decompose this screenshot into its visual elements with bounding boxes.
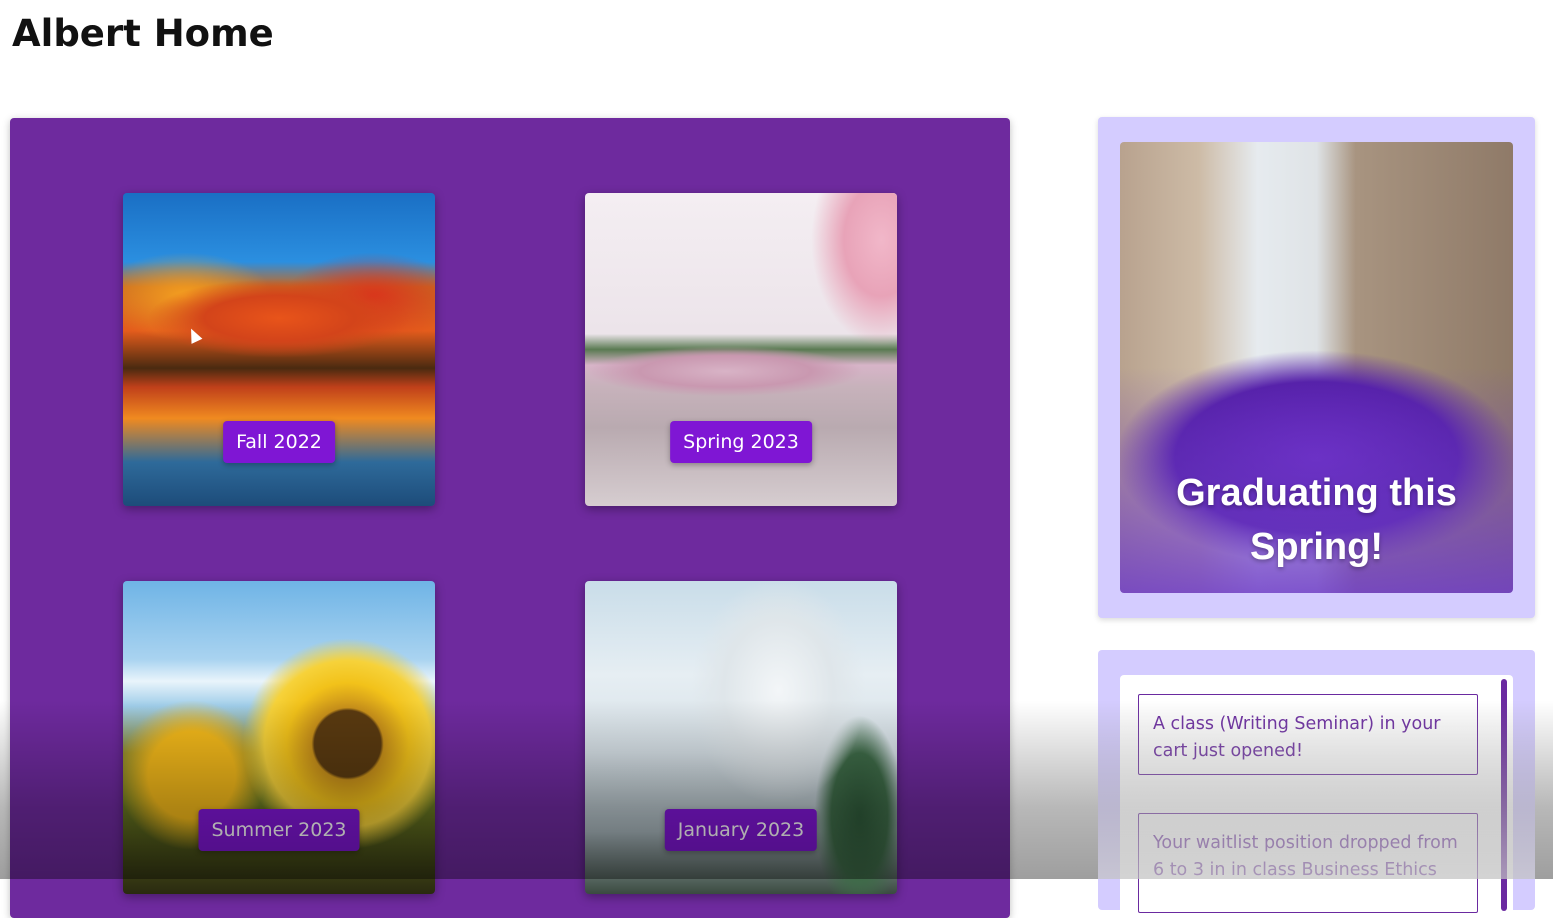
promo-card: Graduating this Spring!: [1098, 117, 1535, 618]
term-panel: Fall 2022 Spring 2023 Summer 2023 Januar…: [10, 118, 1010, 918]
term-card-summer-2023[interactable]: Summer 2023: [123, 581, 435, 894]
term-button-spring-2023[interactable]: Spring 2023: [670, 421, 812, 463]
term-button-fall-2022[interactable]: Fall 2022: [223, 421, 335, 463]
notification-item[interactable]: Your waitlist position dropped from 6 to…: [1138, 813, 1478, 913]
term-button-january-2023[interactable]: January 2023: [664, 809, 818, 851]
notifications-scrollbar[interactable]: [1501, 679, 1507, 911]
graduation-photo: Graduating this Spring!: [1120, 142, 1513, 593]
notification-item[interactable]: A class (Writing Seminar) in your cart j…: [1138, 694, 1478, 775]
notifications-card: A class (Writing Seminar) in your cart j…: [1098, 650, 1535, 915]
notifications-list[interactable]: A class (Writing Seminar) in your cart j…: [1120, 675, 1513, 915]
term-card-fall-2022[interactable]: Fall 2022: [123, 193, 435, 506]
term-button-summer-2023[interactable]: Summer 2023: [198, 809, 360, 851]
term-card-january-2023[interactable]: January 2023: [585, 581, 897, 894]
term-card-spring-2023[interactable]: Spring 2023: [585, 193, 897, 506]
promo-title: Graduating this Spring!: [1176, 472, 1457, 568]
page-title: Albert Home: [12, 12, 274, 55]
